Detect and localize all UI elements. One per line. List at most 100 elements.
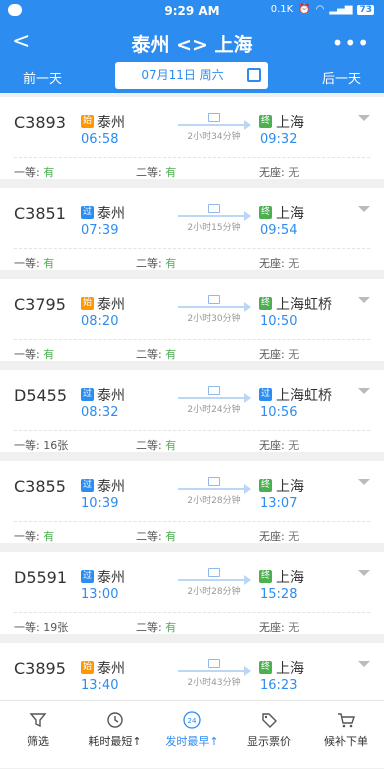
second-class-label: 二等: [136,348,162,361]
second-class-seats: 二等: 有 [136,164,176,180]
date-picker[interactable]: 07月11日 周六 [115,62,268,89]
header: 9:29 AM 0.1K ⏰ ◠ ▂▄▆ 73 < 泰州 <> 上海 ••• 前… [0,0,384,93]
prev-day-button[interactable]: 前一天 [23,68,62,87]
destination-station: 上海 [276,661,304,677]
tab-label: 耗时最短↑ [88,735,142,748]
expand-chevron-icon[interactable] [358,297,370,303]
second-class-value: 有 [165,530,177,543]
departure-time: 10:39 [81,496,119,511]
first-class-label: 一等: [14,257,40,270]
arrival-time: 10:50 [260,314,298,329]
origin-tag: 过 [81,206,94,219]
no-seat-value: 无 [288,166,300,179]
destination-tag: 过 [259,388,272,401]
price-tag-icon [262,713,277,728]
origin-tag: 过 [81,479,94,492]
destination-tag: 终 [259,661,272,674]
second-class-label: 二等: [136,166,162,179]
date-label: 07月11日 周六 [141,68,224,82]
expand-chevron-icon[interactable] [358,661,370,667]
tab-price-tag[interactable]: 显示票价 [231,701,307,769]
no-seat: 无座: 无 [259,255,299,271]
second-class-seats: 二等: 有 [136,346,176,362]
no-seat-label: 无座: [259,530,285,543]
expand-chevron-icon[interactable] [358,388,370,394]
destination-tag: 终 [259,479,272,492]
id-card-icon [208,113,220,122]
second-class-seats: 二等: 有 [136,437,176,453]
no-seat-label: 无座: [259,257,285,270]
destination-station: 上海 [276,206,304,222]
arrival-time: 10:56 [260,405,298,420]
departure-time: 13:00 [81,587,119,602]
origin-station: 泰州 [97,115,125,131]
arrival-time: 09:54 [260,223,298,238]
second-class-value: 有 [165,166,177,179]
departure-time: 08:20 [81,314,119,329]
no-seat-label: 无座: [259,439,285,452]
24h-icon: 24 [183,711,201,729]
expand-chevron-icon[interactable] [358,206,370,212]
first-class-value: 有 [43,530,55,543]
tab-filter[interactable]: 筛选 [0,701,76,769]
train-card[interactable]: C3893 始 泰州 06:58 2小时34分钟 终 上海 09:32 一等: … [0,97,384,179]
tab-24h[interactable]: 24 发时最早↑ [154,701,230,769]
origin-station: 泰州 [97,388,125,404]
second-class-label: 二等: [136,257,162,270]
train-card[interactable]: C3855 过 泰州 10:39 2小时28分钟 终 上海 13:07 一等: … [0,461,384,543]
bottom-toolbar: 筛选 耗时最短↑ 24 发时最早↑ 显示票价 候补下单 [0,700,384,768]
train-card[interactable]: C3851 过 泰州 07:39 2小时15分钟 终 上海 09:54 一等: … [0,188,384,270]
train-card[interactable]: D5455 过 泰州 08:32 2小时24分钟 过 上海虹桥 10:56 一等… [0,370,384,452]
second-class-value: 有 [165,439,177,452]
tab-cart[interactable]: 候补下单 [308,701,384,769]
first-class-seats: 一等: 有 [14,255,54,271]
origin-station: 泰州 [97,297,125,313]
tab-clock[interactable]: 耗时最短↑ [77,701,153,769]
destination-station: 上海虹桥 [276,388,332,404]
next-day-button[interactable]: 后一天 [322,68,361,87]
more-button[interactable]: ••• [332,31,370,55]
no-seat: 无座: 无 [259,164,299,180]
no-seat-value: 无 [288,348,300,361]
origin-station: 泰州 [97,570,125,586]
departure-time: 06:58 [81,132,119,147]
route-arrow-icon [178,575,251,585]
navbar: < 泰州 <> 上海 ••• [0,22,384,62]
status-bar: 9:29 AM 0.1K ⏰ ◠ ▂▄▆ 73 [0,0,384,22]
24h-badge-text: 24 [188,717,197,725]
network-speed: 0.1K [270,4,294,15]
id-card-icon [208,386,220,395]
first-class-seats: 一等: 有 [14,346,54,362]
no-seat-label: 无座: [259,621,285,634]
destination-station: 上海 [276,570,304,586]
train-card[interactable]: C3795 始 泰州 08:20 2小时30分钟 终 上海虹桥 10:50 一等… [0,279,384,361]
train-code: C3795 [14,295,66,314]
destination-tag: 终 [259,570,272,583]
id-card-icon [208,204,220,213]
date-bar: 前一天 07月11日 周六 后一天 [0,62,384,92]
no-seat-value: 无 [288,530,300,543]
arrival-time: 15:28 [260,587,298,602]
origin-tag: 过 [81,388,94,401]
second-class-seats: 二等: 有 [136,528,176,544]
expand-chevron-icon[interactable] [358,115,370,121]
train-code: C3893 [14,113,66,132]
destination-station: 上海 [276,479,304,495]
second-class-value: 有 [165,257,177,270]
departure-time: 08:32 [81,405,119,420]
train-code: D5591 [14,568,68,587]
first-class-label: 一等: [14,530,40,543]
destination-station: 上海 [276,115,304,131]
no-seat-label: 无座: [259,166,285,179]
route-title[interactable]: 泰州 <> 上海 [0,30,384,57]
origin-station: 泰州 [97,661,125,677]
destination-tag: 终 [259,206,272,219]
id-card-icon [208,568,220,577]
origin-station: 泰州 [97,479,125,495]
signal-icon: ▂▄▆ [329,4,353,15]
train-card[interactable]: D5591 过 泰州 13:00 2小时28分钟 终 上海 15:28 一等: … [0,552,384,634]
expand-chevron-icon[interactable] [358,570,370,576]
duration: 2小时28分钟 [187,587,241,597]
expand-chevron-icon[interactable] [358,479,370,485]
origin-station: 泰州 [97,206,125,222]
